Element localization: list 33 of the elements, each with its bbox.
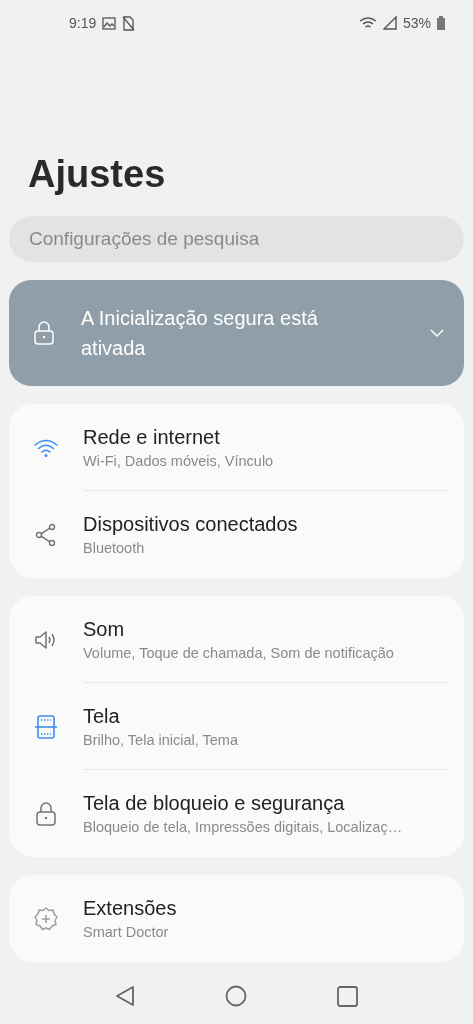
recents-icon[interactable] (337, 985, 358, 1007)
setting-subtitle: Smart Doctor (83, 924, 170, 940)
setting-title[interactable]: Rede e internet (83, 425, 450, 449)
setting-title[interactable]: Tela (83, 704, 450, 728)
setting-subtitle: Bluetooth (83, 540, 146, 556)
page-title: Ajustes (28, 152, 167, 196)
banner-text: A Inicialização segura está ativada (81, 306, 319, 361)
setting-title[interactable]: Tela de bloqueio e segurança (83, 792, 450, 815)
back-icon[interactable] (115, 985, 135, 1007)
wifi-icon (33, 437, 59, 458)
signal-icon (382, 16, 397, 30)
setting-subtitle: Bloqueio de tela, Impressões digitais, Localizaç… (83, 819, 404, 835)
setting-title[interactable]: Som (83, 617, 450, 641)
battery-icon (437, 16, 445, 30)
setting-subtitle: Brilho, Tela inicial, Tema (83, 731, 239, 748)
lock-icon (33, 320, 55, 346)
lock-icon (35, 800, 57, 827)
gear-plus-icon (33, 905, 59, 932)
clock: 9:19 (69, 15, 97, 31)
chevron-icon (430, 328, 444, 338)
share-icon (35, 522, 57, 547)
setting-title[interactable]: Dispositivos conectados (83, 513, 450, 536)
setting-subtitle: Volume, Toque de chamada, Som de notificação (83, 644, 395, 661)
no-sim-icon (122, 15, 136, 31)
wifi-icon (358, 16, 377, 30)
setting-title[interactable]: Extensões (83, 897, 450, 920)
setting-subtitle: Wi-Fi, Dados móveis, Vínculo (83, 452, 275, 469)
speaker-icon (34, 628, 58, 651)
battery-percent: 53% (402, 15, 431, 31)
display-icon (34, 713, 58, 740)
search-field[interactable]: Configurações de pesquisa (9, 216, 464, 262)
home-icon[interactable] (225, 985, 247, 1007)
image-icon (102, 16, 117, 30)
